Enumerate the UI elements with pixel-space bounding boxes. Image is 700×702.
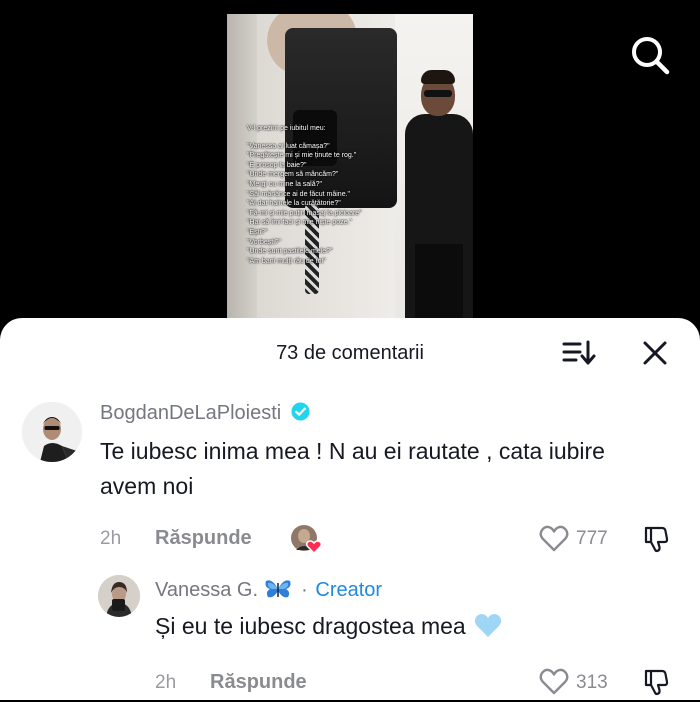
- caption-line: "Vorbești?": [247, 238, 282, 246]
- avatar[interactable]: [22, 402, 82, 462]
- comment-username[interactable]: Vanessa G. · Creator: [155, 578, 382, 602]
- like-count: 777: [576, 528, 608, 549]
- caption-line: "E prosop la baie?": [247, 161, 307, 169]
- comment-time: 2h: [100, 528, 122, 549]
- verified-badge-icon: [291, 402, 310, 421]
- caption-line: "Unde mergem să mâncăm?": [247, 171, 339, 179]
- reply-button[interactable]: Răspunde: [210, 671, 307, 694]
- caption-line: "Pregătește mi și mie ținute te rog.": [247, 152, 357, 160]
- like-button[interactable]: [538, 522, 570, 554]
- caption-line: "Ești?": [247, 228, 268, 236]
- avatar-image: [98, 575, 140, 617]
- comment-text: Te iubesc inima mea ! N au ei rautate , …: [100, 438, 605, 499]
- video-frame[interactable]: V-l prezint pe iubitul meu: "Vanessa ai …: [227, 14, 473, 330]
- comments-sheet: 73 de comentarii BogdanDeLaPloiesti Te i…: [0, 318, 700, 700]
- comment-text-content: Și eu te iubesc dragostea mea: [155, 613, 466, 639]
- video-caption: V-l prezint pe iubitul meu: "Vanessa ai …: [247, 124, 377, 266]
- dislike-button[interactable]: [640, 522, 672, 554]
- close-icon: [643, 341, 667, 365]
- like-button[interactable]: [538, 665, 570, 697]
- search-button[interactable]: [627, 32, 673, 78]
- username-text[interactable]: BogdanDeLaPloiesti: [100, 402, 281, 424]
- creator-liked-icon: [291, 525, 323, 555]
- avatar-image: [22, 402, 82, 462]
- blue-heart-emoji-icon: [474, 613, 502, 637]
- caption-line: "Am bani mulți rău de tot": [247, 257, 326, 265]
- caption-line: "Vanessa ai luat cămașa?": [247, 142, 330, 150]
- caption-title: V-l prezint pe iubitul meu:: [247, 125, 326, 132]
- video-player[interactable]: V-l prezint pe iubitul meu: "Vanessa ai …: [0, 0, 700, 330]
- username-text[interactable]: Vanessa G.: [155, 579, 258, 601]
- video-person-hair: [421, 70, 455, 84]
- heart-icon: [539, 525, 569, 552]
- caption-line: "Ai dat hainele la curățătorie?": [247, 200, 341, 208]
- caption-line: "Hai să îmi faci și mie niște poze.": [247, 219, 352, 227]
- dislike-button[interactable]: [640, 665, 672, 697]
- dislike-icon: [644, 669, 669, 696]
- heart-icon: [539, 668, 569, 695]
- video-person: [405, 70, 473, 330]
- caption-line: "Săl mânânce ai de făcut mâine.": [247, 190, 351, 198]
- creator-label: Creator: [315, 579, 383, 601]
- video-person-glasses: [424, 90, 452, 97]
- sort-icon: [562, 340, 596, 365]
- sort-button[interactable]: [562, 338, 596, 368]
- caption-line: "Fă-mi și mie puțin masaj la picioare": [247, 209, 362, 217]
- dislike-icon: [644, 526, 669, 553]
- reply-button[interactable]: Răspunde: [155, 527, 252, 550]
- like-count: 313: [576, 672, 608, 693]
- avatar[interactable]: [98, 575, 140, 617]
- caption-line: "Mergi cu mine la sală?": [247, 180, 323, 188]
- comments-header: 73 de comentarii: [0, 318, 700, 386]
- close-button[interactable]: [640, 338, 670, 368]
- comment-text: Și eu te iubesc dragostea mea: [155, 609, 675, 644]
- creator-liked-indicator: [290, 524, 323, 555]
- separator-dot: ·: [301, 579, 308, 601]
- butterfly-emoji-icon: [265, 580, 291, 598]
- caption-line: "Unde sunt pastilele mele?": [247, 248, 333, 256]
- search-icon: [632, 37, 670, 75]
- comment-time: 2h: [155, 672, 177, 693]
- comment-username[interactable]: BogdanDeLaPloiesti: [100, 402, 310, 425]
